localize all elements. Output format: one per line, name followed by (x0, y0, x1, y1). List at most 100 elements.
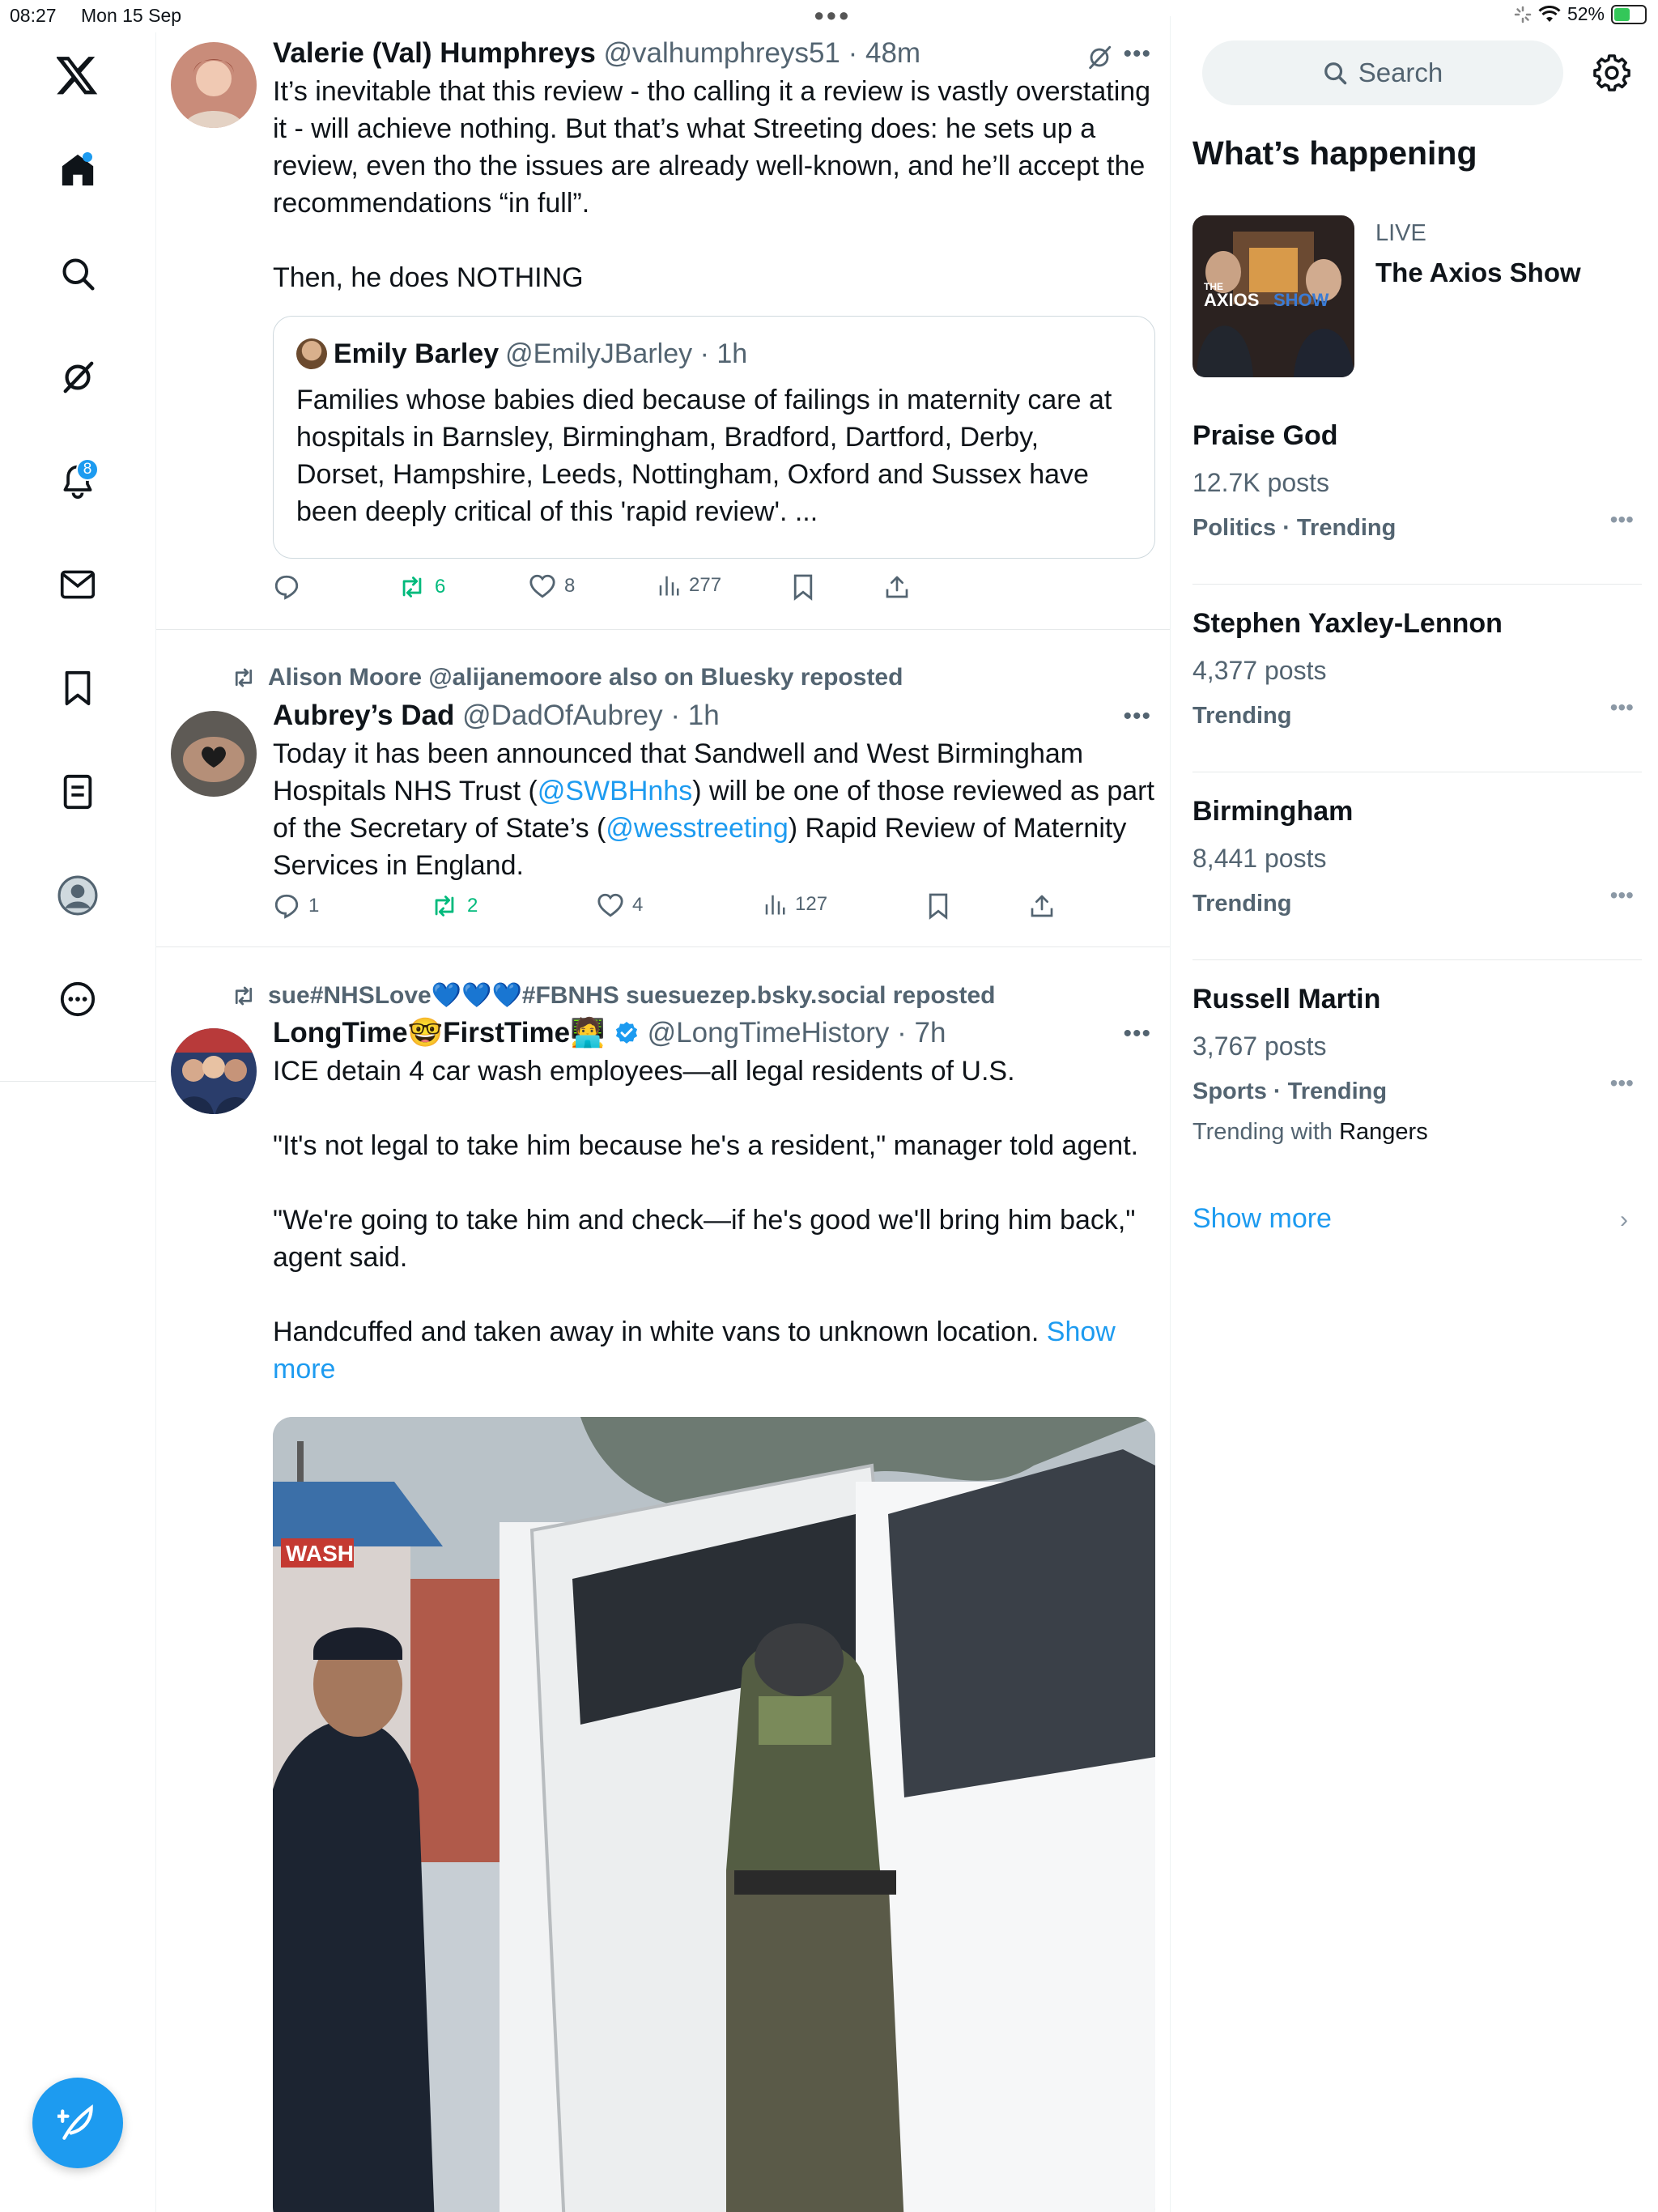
repost-context[interactable]: sue#NHSLove💙💙💙#FBNHS suesuezep.bsky.soci… (231, 981, 995, 1010)
timeline[interactable]: Valerie (Val) Humphreys @valhumphreys51 … (156, 16, 1171, 2212)
trend-item[interactable]: Russell Martin 3,767 posts Sports · Tren… (1192, 981, 1642, 1176)
share-icon (1031, 895, 1053, 917)
tweet[interactable]: sue#NHSLove💙💙💙#FBNHS suesuezep.bsky.soci… (156, 947, 1170, 2212)
trend-category: Trending (1192, 703, 1292, 729)
tweet-media-video[interactable]: WASH (273, 1417, 1155, 2212)
like-button[interactable]: 4 (597, 892, 643, 918)
status-right: 52% (1514, 3, 1647, 25)
trend-with-prefix: Trending with (1192, 1119, 1333, 1145)
trend-item[interactable]: Stephen Yaxley-Lennon 4,377 posts Trendi… (1192, 606, 1642, 772)
search-placeholder: Search (1358, 57, 1443, 87)
author-name[interactable]: Aubrey’s Dad (273, 700, 454, 731)
nav-more[interactable] (52, 973, 104, 1025)
repost-context[interactable]: Alison Moore @alijanemoore also on Blues… (231, 664, 903, 691)
reply-icon (274, 575, 299, 600)
reposted-by-text: Alison Moore @alijanemoore also on Blues… (268, 664, 903, 691)
show-more-link[interactable]: Show more (1192, 1203, 1332, 1235)
reply-button[interactable] (273, 573, 308, 601)
quoted-tweet[interactable]: Emily Barley @EmilyJBarley · 1h Families… (273, 316, 1155, 559)
tweet-more-icon[interactable]: ••• (1123, 703, 1151, 730)
share-button[interactable] (1029, 892, 1055, 920)
nav-home[interactable] (52, 144, 104, 196)
nav-grok[interactable] (52, 351, 104, 403)
tweet-paragraph: It’s inevitable that this review - tho c… (273, 76, 1151, 219)
thumb-text-axios: AXIOS (1204, 290, 1259, 310)
trend-count: 8,441 posts (1192, 844, 1327, 873)
bookmark-button[interactable] (927, 892, 950, 920)
author-handle[interactable]: @valhumphreys51 · 48m (604, 37, 921, 69)
settings-button[interactable] (1589, 50, 1635, 96)
tweet-actions: 6 8 277 (273, 573, 1082, 606)
grok-explain-button[interactable] (1086, 44, 1113, 75)
trend-more-icon[interactable]: ••• (1610, 507, 1634, 533)
repost-button[interactable]: 2 (430, 892, 478, 920)
mention-link[interactable]: @wesstreeting (606, 813, 788, 844)
nav-notifications[interactable]: 8 (52, 455, 104, 507)
author-name[interactable]: LongTime🤓FirstTime🧑‍💻 (273, 1015, 606, 1051)
tweet[interactable]: Valerie (Val) Humphreys @valhumphreys51 … (156, 16, 1170, 630)
avatar[interactable] (171, 42, 257, 128)
search-input[interactable]: Search (1202, 40, 1563, 105)
reply-count: 1 (308, 895, 320, 917)
reply-button[interactable]: 1 (273, 892, 319, 920)
nav-messages[interactable] (52, 559, 104, 610)
nav-profile[interactable] (52, 870, 104, 921)
trend-more-icon[interactable]: ••• (1610, 883, 1634, 908)
repost-button[interactable]: 6 (397, 573, 445, 601)
repost-small-icon (235, 668, 253, 687)
trend-count: 4,377 posts (1192, 656, 1327, 685)
nav-bookmarks[interactable] (52, 662, 104, 714)
tweet-more-icon[interactable]: ••• (1123, 1020, 1151, 1048)
media-sign-text: WASH (286, 1541, 354, 1566)
gear-icon (1593, 54, 1630, 91)
author-name[interactable]: Valerie (Val) Humphreys (273, 37, 596, 69)
tweet-header: Valerie (Val) Humphreys @valhumphreys51 … (273, 36, 1155, 71)
mention-link[interactable]: @SWBHnhs (538, 776, 692, 806)
author-handle[interactable]: @DadOfAubrey · 1h (462, 700, 720, 731)
views-button[interactable]: 127 (763, 892, 827, 917)
nav-lists[interactable] (52, 766, 104, 818)
compose-post-button[interactable] (32, 2078, 123, 2168)
views-button[interactable]: 277 (657, 573, 721, 598)
messages-icon (60, 570, 96, 599)
live-event-card[interactable]: THE AXIOS SHOW LIVE The Axios Show (1192, 215, 1646, 377)
quoted-author-name: Emily Barley (334, 338, 500, 369)
avatar[interactable] (171, 711, 257, 797)
tweet-paragraph: "It's not legal to take him because he's… (273, 1130, 1139, 1161)
heart-icon (597, 893, 623, 917)
profile-icon (57, 875, 98, 916)
more-icon (60, 981, 96, 1017)
trend-title: Praise God (1192, 420, 1338, 451)
tweet-more-icon[interactable]: ••• (1123, 40, 1151, 68)
trend-count: 12.7K posts (1192, 468, 1329, 497)
quoted-tweet-text: Families whose babies died because of fa… (296, 385, 1112, 527)
trend-title: Birmingham (1192, 796, 1354, 827)
views-icon (765, 895, 785, 915)
author-handle[interactable]: @LongTimeHistory · 7h (648, 1015, 946, 1051)
chevron-right-icon[interactable]: › (1620, 1206, 1628, 1234)
reposted-by-text: sue#NHSLove💙💙💙#FBNHS suesuezep.bsky.soci… (268, 982, 996, 1009)
nav-explore[interactable] (52, 248, 104, 300)
search-icon (62, 258, 95, 291)
battery-icon (1611, 4, 1647, 24)
trend-item[interactable]: Praise God 12.7K posts Politics · Trendi… (1192, 418, 1642, 585)
x-logo-icon[interactable] (52, 50, 104, 102)
quoted-tweet-header: Emily Barley @EmilyJBarley · 1h (296, 336, 1132, 372)
status-time: 08:27 (10, 5, 57, 26)
tweet-paragraph: Then, he does NOTHING (273, 262, 584, 293)
like-button[interactable]: 8 (529, 573, 575, 599)
trend-category: Sports · Trending (1192, 1078, 1388, 1104)
notifications-badge: 8 (76, 458, 99, 481)
tweet[interactable]: Alison Moore @alijanemoore also on Blues… (156, 630, 1170, 947)
avatar[interactable] (171, 1028, 257, 1114)
share-button[interactable] (884, 573, 910, 601)
trend-more-icon[interactable]: ••• (1610, 695, 1634, 721)
views-count: 127 (795, 893, 828, 915)
tweet-header: Aubrey’s Dad @DadOfAubrey · 1h (273, 698, 1155, 734)
tweet-actions: 1 2 4 127 (273, 892, 1082, 925)
trend-item[interactable]: Birmingham 8,441 posts Trending ••• (1192, 793, 1642, 960)
bookmark-button[interactable] (792, 573, 814, 601)
tweet-text-segment: Handcuffed and taken away in white vans … (273, 1317, 1039, 1347)
trend-more-icon[interactable]: ••• (1610, 1070, 1634, 1096)
bookmarks-icon (65, 670, 91, 706)
